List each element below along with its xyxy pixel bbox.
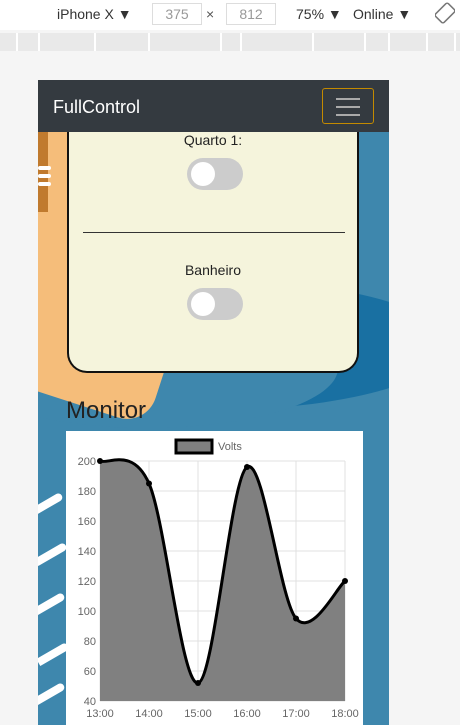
x-tick-label: 13:00 <box>86 708 114 720</box>
toggle-knob <box>191 292 215 316</box>
room-label-banheiro: Banheiro <box>184 262 242 278</box>
rotate-icon[interactable] <box>434 2 456 27</box>
data-point <box>146 480 152 487</box>
dimension-separator: × <box>206 6 215 22</box>
y-tick-label: 140 <box>78 546 96 558</box>
y-tick-label: 180 <box>78 486 96 498</box>
chart-svg: 40 60 80 100 120 140 160 180 200 13:00 14:00 15:00 1… <box>78 438 359 720</box>
width-input[interactable]: 375 <box>152 3 202 25</box>
toggle-banheiro[interactable] <box>187 288 243 320</box>
monitor-title: Monitor <box>66 397 147 424</box>
zoom-select[interactable]: 75% ▼ <box>296 6 342 22</box>
height-input[interactable]: 812 <box>226 3 276 25</box>
x-tick-label: 16:00 <box>233 708 261 720</box>
room-label-quarto: Quarto 1: <box>183 132 243 148</box>
y-tick-label: 40 <box>84 696 96 708</box>
device-label: iPhone X <box>57 6 114 22</box>
toggle-quarto[interactable] <box>187 158 243 190</box>
data-point <box>244 464 250 470</box>
y-tick-label: 60 <box>84 666 96 678</box>
data-point <box>97 458 103 464</box>
navbar: FullControl <box>38 80 389 132</box>
volts-chart: 40 60 80 100 120 140 160 180 200 13:00 14:00 15:00 1… <box>66 431 363 725</box>
legend-label: Volts <box>218 441 242 453</box>
x-tick-label: 14:00 <box>135 708 163 720</box>
y-tick-label: 200 <box>78 456 96 468</box>
toggle-knob <box>191 162 215 186</box>
device-ruler <box>0 33 460 51</box>
room-controls-card: Quarto 1: Banheiro <box>67 110 359 373</box>
y-tick-label: 160 <box>78 516 96 528</box>
feather-decoration <box>38 490 70 720</box>
network-select[interactable]: Online ▼ <box>353 6 411 22</box>
y-tick-label: 80 <box>84 636 96 648</box>
divider <box>83 232 345 233</box>
data-point <box>342 578 348 584</box>
y-tick-label: 100 <box>78 606 96 618</box>
device-select[interactable]: iPhone X ▼ <box>57 6 132 22</box>
device-viewport: FullControl Quarto 1: Banheiro Monitor 4… <box>38 80 389 725</box>
x-tick-label: 18:00 <box>331 708 359 720</box>
data-point <box>195 680 201 686</box>
network-label: Online <box>353 6 394 22</box>
legend-swatch <box>174 438 214 455</box>
x-tick-label: 15:00 <box>184 708 212 720</box>
menu-icon <box>38 166 51 188</box>
devtools-toolbar: iPhone X ▼ 375 × 812 75% ▼ Online ▼ <box>0 0 460 30</box>
data-point <box>293 615 299 622</box>
x-tick-label: 17:00 <box>282 708 310 720</box>
brand[interactable]: FullControl <box>53 97 140 118</box>
navbar-toggle-button[interactable] <box>322 88 374 124</box>
zoom-label: 75% <box>296 6 325 22</box>
y-tick-label: 120 <box>78 576 96 588</box>
